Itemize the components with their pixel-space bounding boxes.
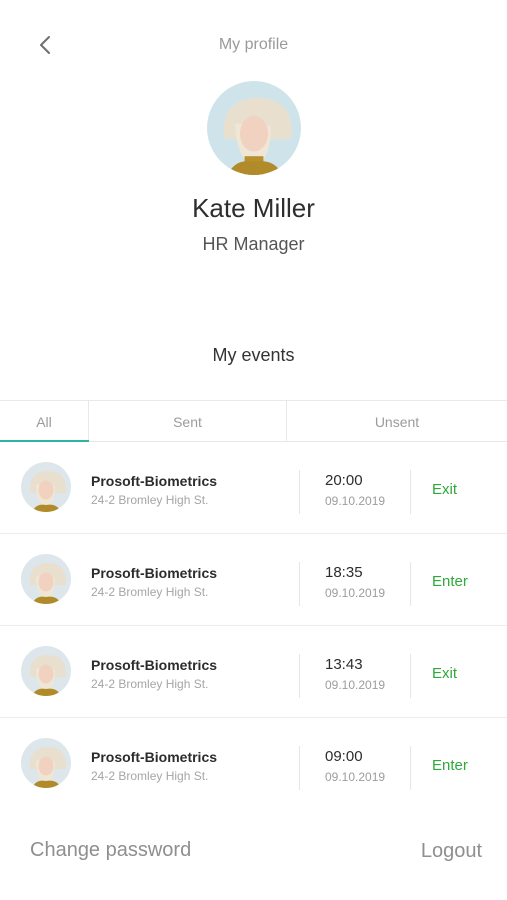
profile-name: Kate Miller [192,193,315,223]
event-avatar [21,462,71,512]
event-title: Prosoft-Biometrics [91,473,218,489]
event-type: Enter [432,757,468,774]
page-title: My profile [218,36,289,53]
change-password-button[interactable]: Change password [30,839,191,862]
divider [299,470,300,514]
divider [410,654,411,698]
logout-button[interactable]: Logout [421,840,482,863]
event-address: 24-2 Bromley High St. [91,585,209,599]
event-time: 13:43 [325,656,363,673]
event-avatar [21,554,71,604]
footer: Change password Logout [0,808,507,900]
tab-unsent[interactable]: Unsent [287,401,507,442]
event-type: Enter [432,573,468,590]
event-avatar [21,738,71,788]
event-title: Prosoft-Biometrics [91,749,218,765]
event-row[interactable]: Prosoft-Biometrics 24-2 Bromley High St.… [0,718,507,810]
event-avatar [21,646,71,696]
event-time: 09:00 [325,748,363,765]
divider [410,746,411,790]
tab-sent[interactable]: Sent [89,401,287,442]
profile-avatar [207,81,301,175]
event-title: Prosoft-Biometrics [91,565,218,581]
event-date: 09.10.2019 [325,586,386,600]
event-date: 09.10.2019 [325,494,386,508]
event-row[interactable]: Prosoft-Biometrics 24-2 Bromley High St.… [0,626,507,718]
event-title: Prosoft-Biometrics [91,657,218,673]
event-row[interactable]: Prosoft-Biometrics 24-2 Bromley High St.… [0,442,507,534]
divider [410,562,411,606]
divider [299,562,300,606]
event-list: Prosoft-Biometrics 24-2 Bromley High St.… [0,442,507,810]
event-date: 09.10.2019 [325,770,386,784]
divider [410,470,411,514]
profile-role: HR Manager [202,234,305,254]
event-address: 24-2 Bromley High St. [91,769,209,783]
event-address: 24-2 Bromley High St. [91,493,209,507]
header: My profile [0,0,507,90]
divider [299,654,300,698]
divider [299,746,300,790]
tab-all[interactable]: All [0,401,89,443]
event-time: 18:35 [325,564,363,581]
event-tabs: All Sent Unsent [0,400,507,443]
event-date: 09.10.2019 [325,678,386,692]
event-row[interactable]: Prosoft-Biometrics 24-2 Bromley High St.… [0,534,507,626]
event-type: Exit [432,665,458,682]
event-address: 24-2 Bromley High St. [91,677,209,691]
avatar-photo [207,81,301,175]
event-type: Exit [432,481,458,498]
event-time: 20:00 [325,472,363,489]
events-section-title: My events [212,345,295,365]
